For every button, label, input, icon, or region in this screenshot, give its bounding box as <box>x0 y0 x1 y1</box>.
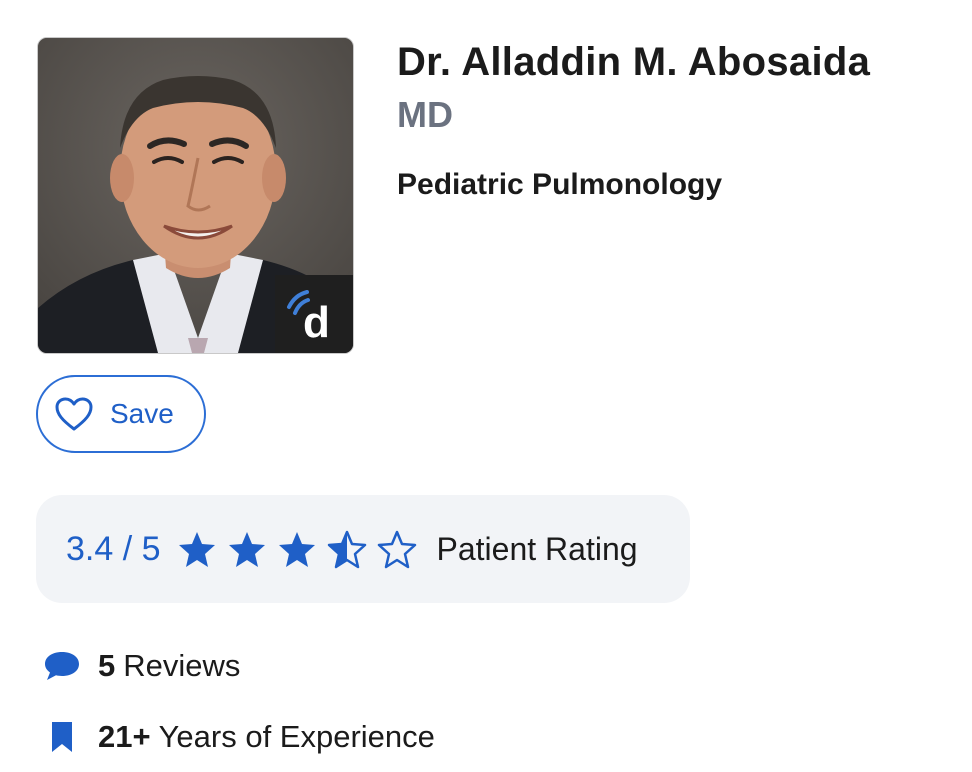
star-full-icon <box>178 532 215 567</box>
experience-label: Years of Experience <box>158 719 435 754</box>
experience-stat: 21+ Years of Experience <box>42 719 435 755</box>
reviews-stat[interactable]: 5 Reviews <box>42 648 240 684</box>
star-full-icon <box>278 532 315 567</box>
reviews-count: 5 <box>98 648 116 683</box>
star-half-icon <box>327 530 366 569</box>
star-empty-icon <box>377 530 416 569</box>
patient-rating-panel: 3.4 / 5 Patient Rating <box>36 495 690 603</box>
rating-label: Patient Rating <box>436 530 638 567</box>
doximity-logo-badge: d <box>275 275 353 353</box>
speech-bubble-icon <box>45 652 79 680</box>
doctor-specialty: Pediatric Pulmonology <box>397 168 723 201</box>
rating-value: 3.4 / 5 <box>66 529 161 568</box>
doctor-name: Dr. Alladdin M. Abosaida <box>397 40 871 84</box>
star-full-icon <box>228 532 265 567</box>
reviews-label: Reviews <box>123 648 241 683</box>
experience-count: 21+ <box>98 719 151 754</box>
doctor-photo: d <box>37 37 354 354</box>
save-button[interactable]: Save <box>36 375 206 453</box>
doctor-credential: MD <box>397 94 453 135</box>
doximity-d-logo-icon: d <box>287 290 330 347</box>
heart-outline-icon <box>55 397 93 431</box>
save-button-label: Save <box>110 398 174 429</box>
svg-text:d: d <box>303 298 330 347</box>
bookmark-icon <box>52 722 72 752</box>
rating-stars <box>177 529 427 569</box>
